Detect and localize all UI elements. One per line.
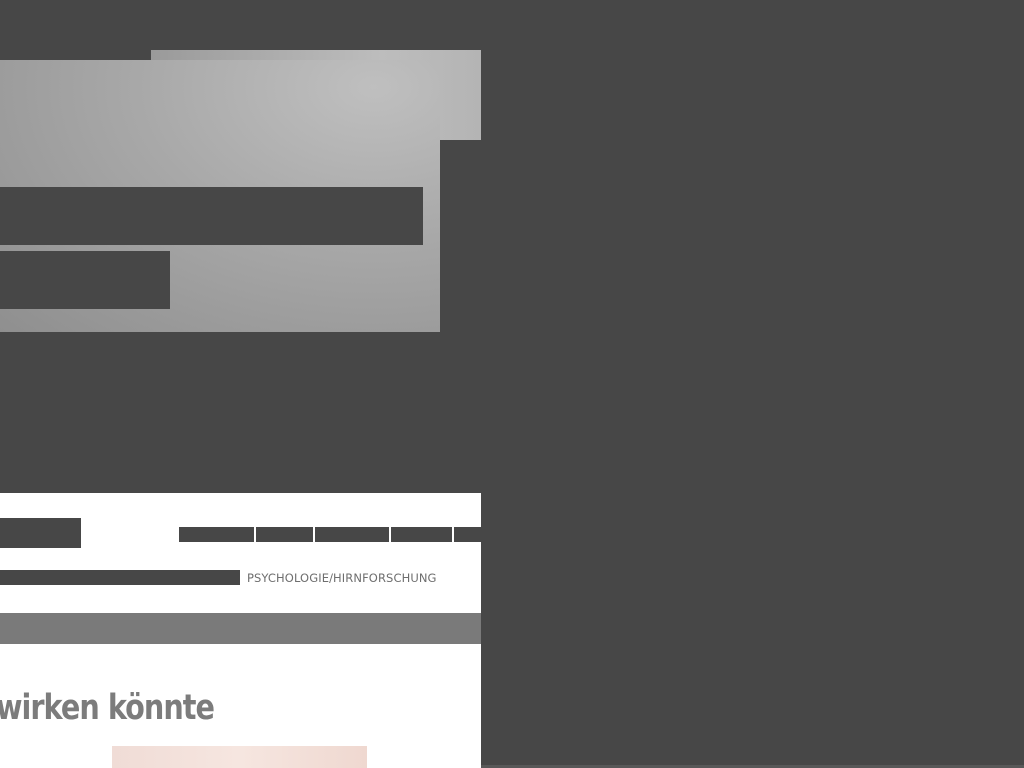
overlay-redacted-title — [0, 187, 423, 245]
nav-item-2[interactable] — [256, 527, 313, 542]
nav-item-3[interactable] — [315, 527, 389, 542]
website-content: PSYCHOLOGIE/HIRNFORSCHUNG wirken könnte — [0, 493, 481, 768]
nav-item-4[interactable] — [391, 527, 452, 542]
nav-item-5[interactable] — [454, 527, 481, 542]
site-logo[interactable] — [0, 518, 81, 548]
section-band — [0, 613, 481, 644]
breadcrumb[interactable] — [0, 570, 240, 585]
article-headline: wirken könnte — [0, 688, 215, 728]
main-navigation — [179, 527, 481, 542]
overlay-redacted-button[interactable] — [0, 251, 170, 309]
article-image — [112, 746, 367, 768]
nav-item-1[interactable] — [179, 527, 254, 542]
category-label[interactable]: PSYCHOLOGIE/HIRNFORSCHUNG — [247, 571, 437, 585]
page: PSYCHOLOGIE/HIRNFORSCHUNG wirken könnte — [0, 0, 1024, 768]
